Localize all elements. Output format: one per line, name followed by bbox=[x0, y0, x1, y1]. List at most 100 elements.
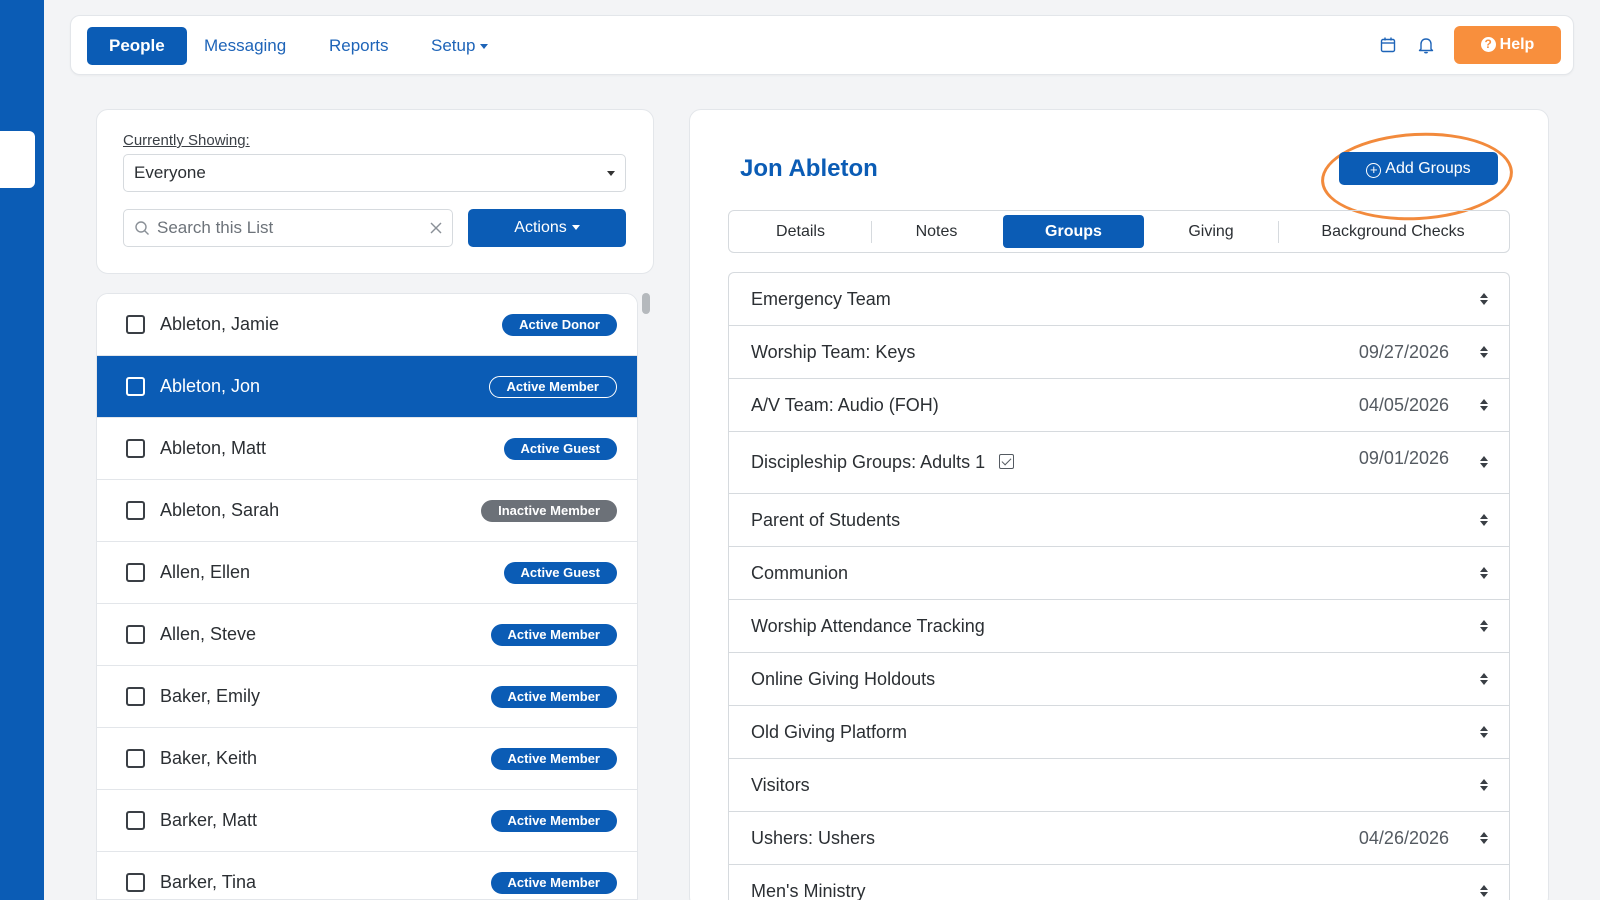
group-row[interactable]: Men's Ministry bbox=[729, 865, 1509, 900]
group-name: Discipleship Groups: Adults 1 bbox=[751, 452, 1015, 473]
detail-tabs: Details Notes Groups Giving Background C… bbox=[728, 210, 1510, 253]
nav-setup-label: Setup bbox=[431, 36, 476, 55]
row-checkbox[interactable] bbox=[126, 377, 145, 396]
tab-notes[interactable]: Notes bbox=[874, 215, 999, 248]
bell-icon[interactable] bbox=[1417, 36, 1435, 54]
group-row[interactable]: Worship Team: Keys 09/27/2026 bbox=[729, 326, 1509, 379]
list-item[interactable]: Allen, Steve Active Member bbox=[97, 604, 637, 666]
sort-icon[interactable] bbox=[1479, 672, 1489, 686]
list-item[interactable]: Barker, Matt Active Member bbox=[97, 790, 637, 852]
sort-icon[interactable] bbox=[1479, 292, 1489, 306]
sort-icon[interactable] bbox=[1479, 455, 1489, 469]
add-groups-label: Add Groups bbox=[1385, 160, 1471, 177]
search-field[interactable] bbox=[123, 209, 453, 247]
status-badge: Active Donor bbox=[502, 314, 617, 336]
group-row[interactable]: A/V Team: Audio (FOH) 04/05/2026 bbox=[729, 379, 1509, 432]
person-name: Allen, Steve bbox=[160, 624, 257, 644]
tab-groups[interactable]: Groups bbox=[1003, 215, 1144, 248]
checkbox-checked-icon bbox=[999, 454, 1015, 469]
group-name: A/V Team: Audio (FOH) bbox=[751, 395, 939, 415]
sort-icon[interactable] bbox=[1479, 725, 1489, 739]
group-name: Emergency Team bbox=[751, 289, 891, 309]
row-checkbox[interactable] bbox=[126, 315, 145, 334]
group-row[interactable]: Discipleship Groups: Adults 1 09/01/2026 bbox=[729, 432, 1509, 494]
list-select-dropdown[interactable]: Everyone bbox=[123, 154, 626, 192]
nav-reports-label: Reports bbox=[329, 36, 389, 55]
sort-icon[interactable] bbox=[1479, 513, 1489, 527]
tab-background-checks[interactable]: Background Checks bbox=[1281, 215, 1505, 248]
person-detail-panel: Jon Ableton + Add Groups Details Notes Gr… bbox=[689, 109, 1549, 900]
group-name: Communion bbox=[751, 563, 849, 583]
nav-people-label: People bbox=[109, 36, 165, 55]
tab-label: Details bbox=[776, 223, 825, 240]
tab-details[interactable]: Details bbox=[733, 215, 868, 248]
list-filter-panel: Currently Showing: Everyone Actions bbox=[96, 109, 654, 274]
sort-icon[interactable] bbox=[1479, 566, 1489, 580]
nav-setup[interactable]: Setup bbox=[409, 27, 510, 65]
tab-divider bbox=[1278, 221, 1279, 243]
list-item[interactable]: Baker, Emily Active Member bbox=[97, 666, 637, 728]
sort-icon[interactable] bbox=[1479, 778, 1489, 792]
calendar-icon[interactable] bbox=[1379, 36, 1397, 54]
clear-icon[interactable] bbox=[430, 222, 442, 234]
nav-messaging-label: Messaging bbox=[204, 36, 287, 55]
list-item[interactable]: Barker, Tina Active Member bbox=[97, 852, 637, 899]
sort-icon[interactable] bbox=[1479, 345, 1489, 359]
person-name: Ableton, Jamie bbox=[160, 314, 280, 334]
person-name: Allen, Ellen bbox=[160, 562, 251, 582]
group-date: 09/01/2026 bbox=[1358, 448, 1449, 468]
group-name: Old Giving Platform bbox=[751, 722, 908, 742]
group-row[interactable]: Old Giving Platform bbox=[729, 706, 1509, 759]
row-checkbox[interactable] bbox=[126, 439, 145, 458]
chevron-down-icon bbox=[607, 171, 615, 176]
person-name: Baker, Keith bbox=[160, 748, 258, 768]
sort-icon[interactable] bbox=[1479, 884, 1489, 898]
nav-messaging[interactable]: Messaging bbox=[182, 27, 308, 65]
group-row[interactable]: Parent of Students bbox=[729, 494, 1509, 547]
sort-icon[interactable] bbox=[1479, 398, 1489, 412]
tab-giving[interactable]: Giving bbox=[1147, 215, 1275, 248]
list-item[interactable]: Allen, Ellen Active Guest bbox=[97, 542, 637, 604]
question-icon: ? bbox=[1480, 37, 1496, 52]
person-name: Ableton, Sarah bbox=[160, 500, 280, 520]
row-checkbox[interactable] bbox=[126, 811, 145, 830]
list-item[interactable]: Ableton, Jamie Active Donor bbox=[97, 294, 637, 356]
list-item[interactable]: Ableton, Sarah Inactive Member bbox=[97, 480, 637, 542]
group-name: Online Giving Holdouts bbox=[751, 669, 936, 689]
row-checkbox[interactable] bbox=[126, 563, 145, 582]
group-row[interactable]: Online Giving Holdouts bbox=[729, 653, 1509, 706]
nav-reports[interactable]: Reports bbox=[307, 27, 411, 65]
group-row[interactable]: Emergency Team bbox=[729, 273, 1509, 326]
status-badge: Active Member bbox=[490, 872, 617, 894]
status-badge: Active Member bbox=[490, 748, 617, 770]
group-name: Ushers: Ushers bbox=[751, 828, 876, 848]
group-row[interactable]: Visitors bbox=[729, 759, 1509, 812]
group-row[interactable]: Ushers: Ushers 04/26/2026 bbox=[729, 812, 1509, 865]
group-name-text: Discipleship Groups: Adults 1 bbox=[751, 452, 986, 472]
add-groups-button[interactable]: + Add Groups bbox=[1339, 152, 1498, 185]
group-row[interactable]: Communion bbox=[729, 547, 1509, 600]
sidebar-toggle-tab[interactable] bbox=[0, 131, 35, 188]
row-checkbox[interactable] bbox=[126, 501, 145, 520]
sort-icon[interactable] bbox=[1479, 831, 1489, 845]
search-input[interactable] bbox=[157, 210, 417, 246]
help-button[interactable]: ? Help bbox=[1454, 26, 1561, 64]
list-item[interactable]: Baker, Keith Active Member bbox=[97, 728, 637, 790]
list-item-selected[interactable]: Ableton, Jon Active Member bbox=[97, 356, 637, 418]
group-date: 09/27/2026 bbox=[1358, 342, 1449, 362]
list-scrollbar[interactable] bbox=[642, 293, 650, 314]
person-name: Barker, Matt bbox=[160, 810, 258, 830]
status-badge: Active Member bbox=[490, 686, 617, 708]
row-checkbox[interactable] bbox=[126, 749, 145, 768]
sort-icon[interactable] bbox=[1479, 619, 1489, 633]
tab-label: Groups bbox=[1045, 223, 1102, 240]
currently-showing-label: Currently Showing: bbox=[123, 132, 250, 149]
row-checkbox[interactable] bbox=[126, 687, 145, 706]
group-row[interactable]: Worship Attendance Tracking bbox=[729, 600, 1509, 653]
nav-people[interactable]: People bbox=[87, 27, 187, 65]
search-icon bbox=[135, 221, 149, 235]
list-item[interactable]: Ableton, Matt Active Guest bbox=[97, 418, 637, 480]
row-checkbox[interactable] bbox=[126, 625, 145, 644]
row-checkbox[interactable] bbox=[126, 873, 145, 892]
actions-button[interactable]: Actions bbox=[468, 209, 626, 247]
